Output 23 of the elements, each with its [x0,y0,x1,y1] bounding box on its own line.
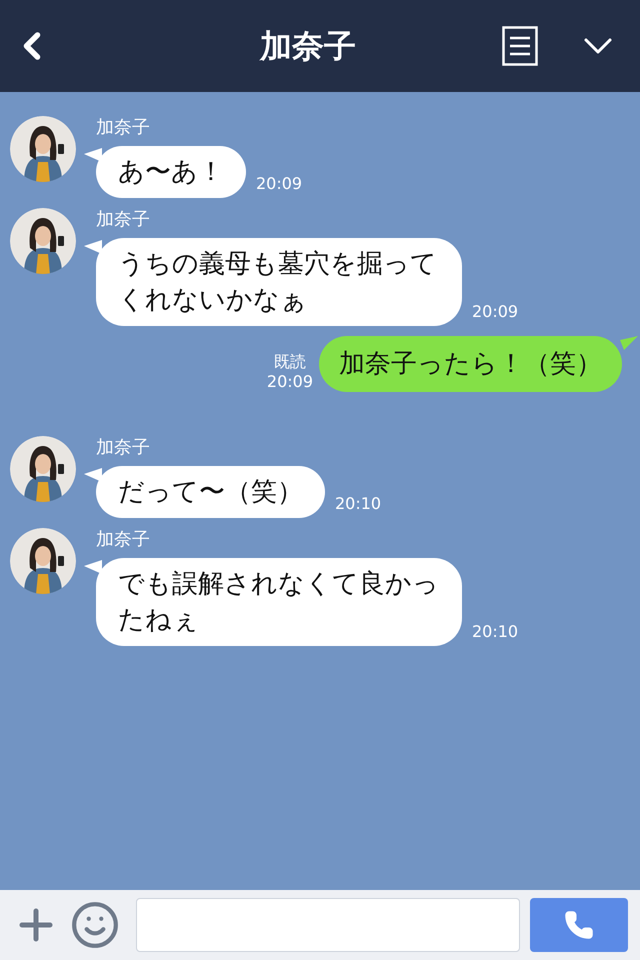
message-bubble: 加奈子ったら！（笑） [319,336,622,392]
bubble-tail [84,558,102,576]
message-time: 20:09 [256,173,302,195]
sender-name: 加奈子 [96,208,151,232]
read-receipt: 既読 [274,352,306,372]
message-bubble: でも誤解されなくて良かったねぇ [96,558,462,646]
sender-name: 加奈子 [96,436,151,460]
bubble-tail [84,238,102,256]
message-time: 20:10 [335,493,382,515]
emoji-icon[interactable] [70,900,120,950]
sender-name: 加奈子 [96,528,151,552]
menu-icon[interactable] [502,26,538,66]
message-time: 20:09 [472,301,518,323]
message-input[interactable] [136,898,520,952]
message-bubble: だって〜（笑） [96,466,325,518]
call-button[interactable] [530,898,628,952]
phone-icon [564,910,594,940]
message-time: 20:10 [472,621,518,643]
chat-title: 加奈子 [258,26,357,67]
message-bubble: あ〜あ！ [96,146,246,198]
message-bubble: うちの義母も墓穴を掘ってくれないかなぁ [96,238,462,326]
sender-name: 加奈子 [96,116,151,140]
message-time: 20:09 [266,372,313,392]
